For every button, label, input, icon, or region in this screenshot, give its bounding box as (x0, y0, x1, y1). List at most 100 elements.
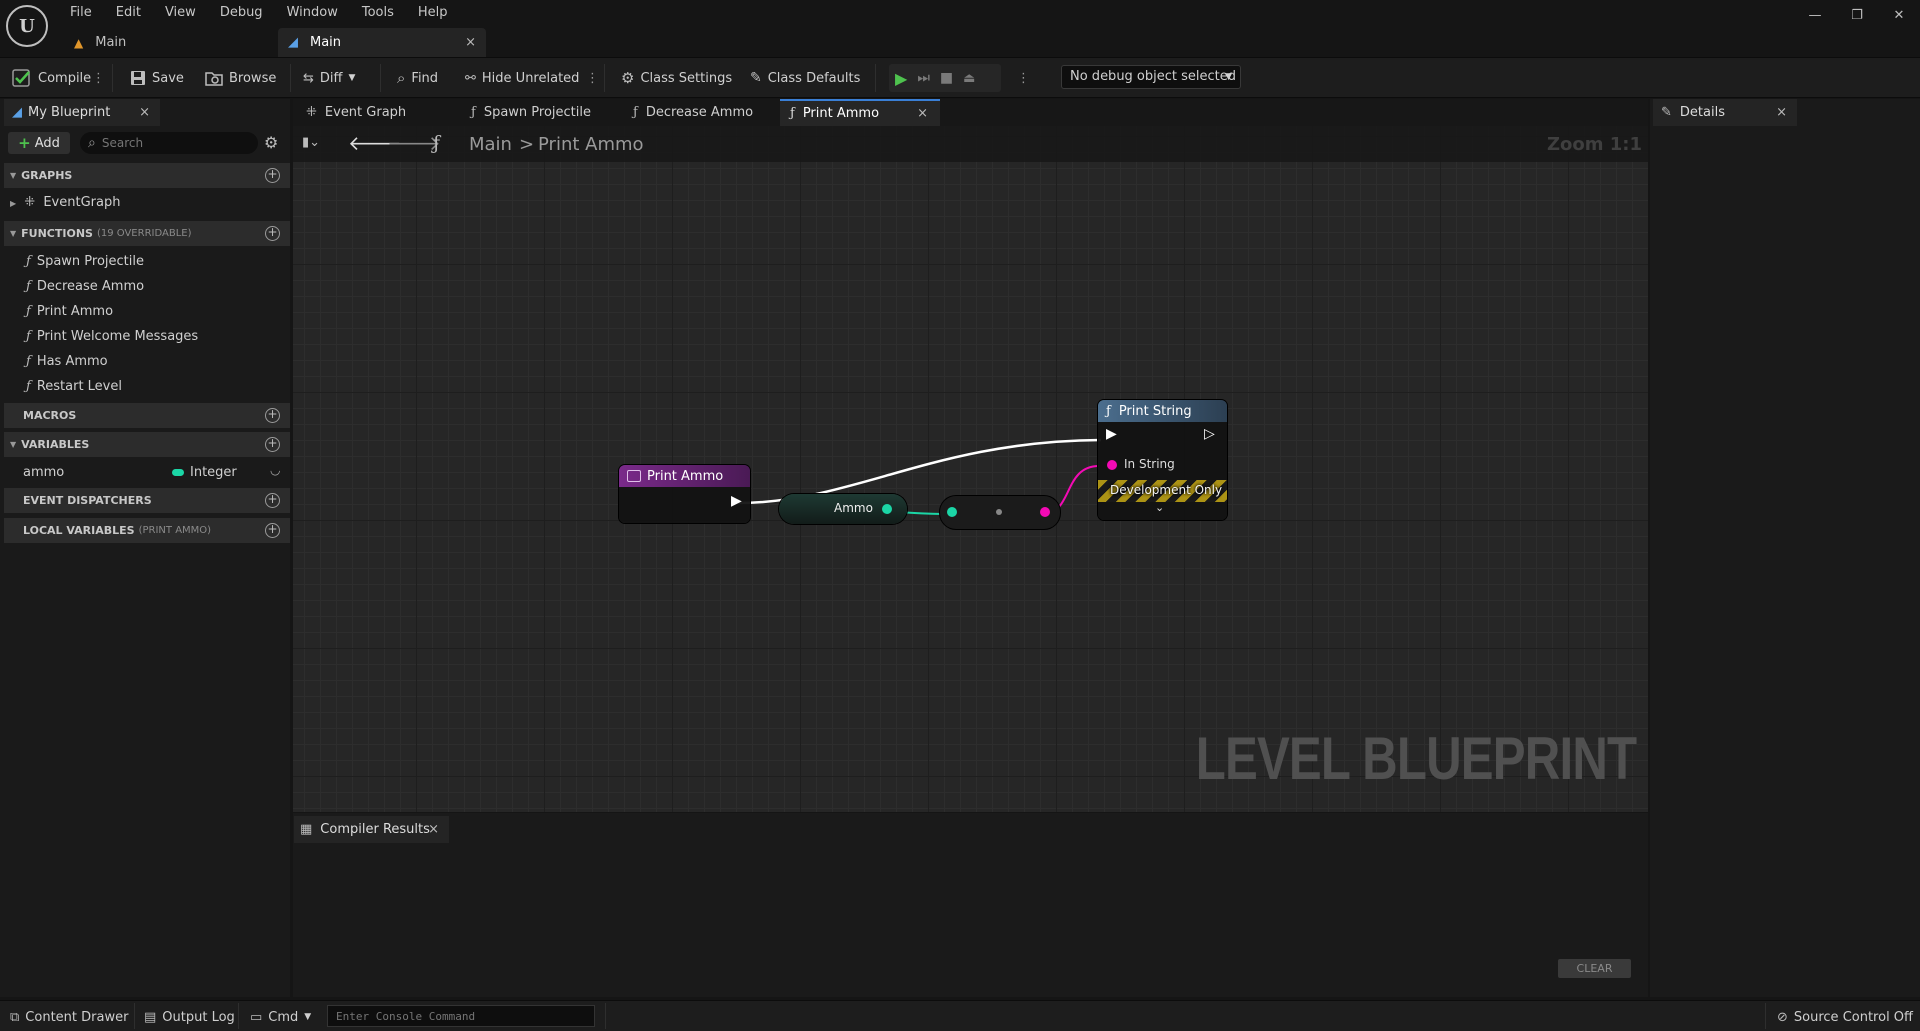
search-field[interactable]: ⌕ (80, 132, 258, 154)
function-icon: ƒ (633, 105, 638, 120)
restore-button[interactable]: ❐ (1836, 4, 1878, 28)
close-tab-icon[interactable]: × (465, 35, 476, 50)
hide-unrelated-icon: ⚯ (465, 70, 476, 86)
unreal-logo-icon[interactable]: U (6, 5, 48, 47)
output-log-button[interactable]: ▤ Output Log (144, 1007, 235, 1027)
doc-tab-main-level[interactable]: ▲ Main (64, 28, 274, 57)
doc-tab-main-blueprint[interactable]: ◢ Main × (278, 28, 486, 57)
variable-type: Integer (190, 465, 237, 480)
ammo-getter-node[interactable]: Ammo (779, 494, 907, 524)
section-local-variables-label: LOCAL VARIABLES (23, 524, 135, 537)
menu-help[interactable]: Help (406, 2, 460, 24)
stop-icon[interactable]: ■ (940, 70, 953, 86)
close-tab-icon[interactable]: × (139, 105, 150, 120)
section-macros[interactable]: MACROS + (4, 403, 290, 428)
cmd-select[interactable]: ▭ Cmd ▼ (250, 1007, 311, 1027)
function-item-print-welcome-messages[interactable]: ƒ Print Welcome Messages (26, 325, 198, 349)
close-window-button[interactable]: ✕ (1878, 4, 1920, 28)
my-blueprint-tab[interactable]: ◢ My Blueprint × (4, 99, 160, 126)
in-string-pin[interactable] (1107, 460, 1117, 470)
settings-gear-icon[interactable]: ⚙ (264, 133, 278, 152)
print-string-header: ƒ Print String (1098, 400, 1227, 422)
graph-item-eventgraph[interactable]: ▶ ⁜ EventGraph (10, 191, 120, 215)
compile-options-button[interactable]: ⋮ (92, 66, 105, 90)
search-input[interactable] (101, 136, 242, 150)
blueprint-icon: ◢ (288, 35, 298, 50)
function-item-decrease-ammo[interactable]: ƒ Decrease Ammo (26, 275, 144, 299)
menu-tools[interactable]: Tools (350, 2, 406, 24)
toolbar-divider (380, 64, 381, 92)
close-tab-icon[interactable]: × (428, 822, 439, 837)
clear-button[interactable]: CLEAR (1558, 959, 1631, 978)
add-event-dispatcher-icon[interactable]: + (265, 493, 280, 508)
function-item-spawn-projectile[interactable]: ƒ Spawn Projectile (26, 250, 144, 274)
console-command-input[interactable] (327, 1005, 595, 1027)
source-control-button[interactable]: ⊘ Source Control Off (1777, 1007, 1913, 1027)
graph-tab-spawn-projectile[interactable]: ƒ Spawn Projectile (461, 99, 621, 126)
close-tab-icon[interactable]: × (917, 106, 928, 121)
eject-icon[interactable]: ⏏ (963, 71, 975, 86)
graph-canvas[interactable]: ▮⌄ 🡐 🡒 ƒ Main > Print Ammo Zoom 1:1 Prin… (293, 126, 1648, 812)
compile-button[interactable]: Compile (12, 66, 91, 90)
diff-button[interactable]: ⇆ Diff ▼ (303, 66, 355, 90)
exec-in-pin[interactable]: ▶ (1106, 426, 1117, 442)
content-drawer-button[interactable]: ⧉ Content Drawer (10, 1007, 128, 1027)
integer-in-pin[interactable] (947, 507, 957, 517)
graph-tab-decrease-ammo[interactable]: ƒ Decrease Ammo (623, 99, 783, 126)
minimize-button[interactable]: — (1794, 4, 1836, 28)
section-graphs-label: GRAPHS (21, 169, 73, 182)
section-variables[interactable]: ▼ VARIABLES + (4, 432, 290, 457)
section-graphs[interactable]: ▼ GRAPHS + (4, 163, 290, 188)
add-button[interactable]: + Add (8, 132, 70, 154)
add-variable-icon[interactable]: + (265, 437, 280, 452)
add-local-variable-icon[interactable]: + (265, 523, 280, 538)
exec-out-pin[interactable]: ▷ (1204, 426, 1215, 442)
string-out-pin[interactable] (1040, 507, 1050, 517)
function-item-print-ammo[interactable]: ƒ Print Ammo (26, 300, 113, 324)
class-defaults-button[interactable]: ✎ Class Defaults (750, 66, 860, 90)
close-tab-icon[interactable]: × (1776, 105, 1787, 120)
play-options-button[interactable]: ⋮ (1017, 66, 1030, 90)
play-icon[interactable]: ▶ (895, 69, 907, 88)
more-vert-icon: ⋮ (92, 70, 105, 86)
event-graph-icon: ⁜ (24, 195, 36, 210)
menu-view[interactable]: View (153, 2, 208, 24)
int-to-string-conversion-node[interactable] (940, 496, 1060, 529)
exec-out-pin[interactable]: ▶ (731, 493, 742, 509)
step-icon[interactable]: ⏭ (917, 70, 930, 86)
debug-object-select[interactable]: No debug object selected ▼ (1061, 65, 1241, 89)
hide-unrelated-button[interactable]: ⚯ Hide Unrelated (465, 66, 579, 90)
add-function-icon[interactable]: + (265, 226, 280, 241)
function-entry-node[interactable]: Print Ammo ▶ (619, 465, 750, 523)
menu-debug[interactable]: Debug (208, 2, 275, 24)
menu-edit[interactable]: Edit (104, 2, 153, 24)
add-graph-icon[interactable]: + (265, 168, 280, 183)
section-macros-label: MACROS (23, 409, 77, 422)
conversion-dot-icon (996, 509, 1002, 515)
save-button[interactable]: Save (130, 66, 184, 90)
class-settings-button[interactable]: ⚙ Class Settings (621, 66, 732, 90)
expand-chevron-icon[interactable]: ⌄ (1155, 501, 1164, 514)
print-string-node[interactable]: ƒ Print String ▶ ▷ In String Development… (1098, 400, 1227, 520)
find-button[interactable]: ⌕ Find (397, 66, 438, 90)
function-item-restart-level[interactable]: ƒ Restart Level (26, 375, 122, 399)
function-item-has-ammo[interactable]: ƒ Has Ammo (26, 350, 108, 374)
browse-button[interactable]: Browse (205, 66, 276, 90)
graph-tab-event-graph[interactable]: ⁜ Event Graph (300, 99, 455, 126)
section-local-variables[interactable]: LOCAL VARIABLES (PRINT AMMO) + (4, 518, 290, 543)
section-functions-note: (19 OVERRIDABLE) (96, 228, 192, 239)
status-divider (134, 1003, 135, 1029)
compiler-results-tab[interactable]: ▦ Compiler Results × (294, 816, 449, 843)
diff-label: Diff (319, 70, 343, 86)
menu-window[interactable]: Window (275, 2, 350, 24)
hide-unrelated-options-button[interactable]: ⋮ (586, 66, 599, 90)
add-macro-icon[interactable]: + (265, 408, 280, 423)
section-functions[interactable]: ▼ FUNCTIONS (19 OVERRIDABLE) + (4, 221, 290, 246)
menu-file[interactable]: File (58, 2, 104, 24)
section-event-dispatchers[interactable]: EVENT DISPATCHERS + (4, 488, 290, 513)
integer-out-pin[interactable] (882, 504, 892, 514)
details-tab[interactable]: ✎ Details × (1653, 99, 1797, 126)
variable-item-ammo[interactable]: ammo Integer ◡ (4, 461, 290, 485)
eye-icon[interactable]: ◡ (270, 463, 280, 477)
graph-tab-print-ammo[interactable]: ƒ Print Ammo × (780, 99, 940, 126)
